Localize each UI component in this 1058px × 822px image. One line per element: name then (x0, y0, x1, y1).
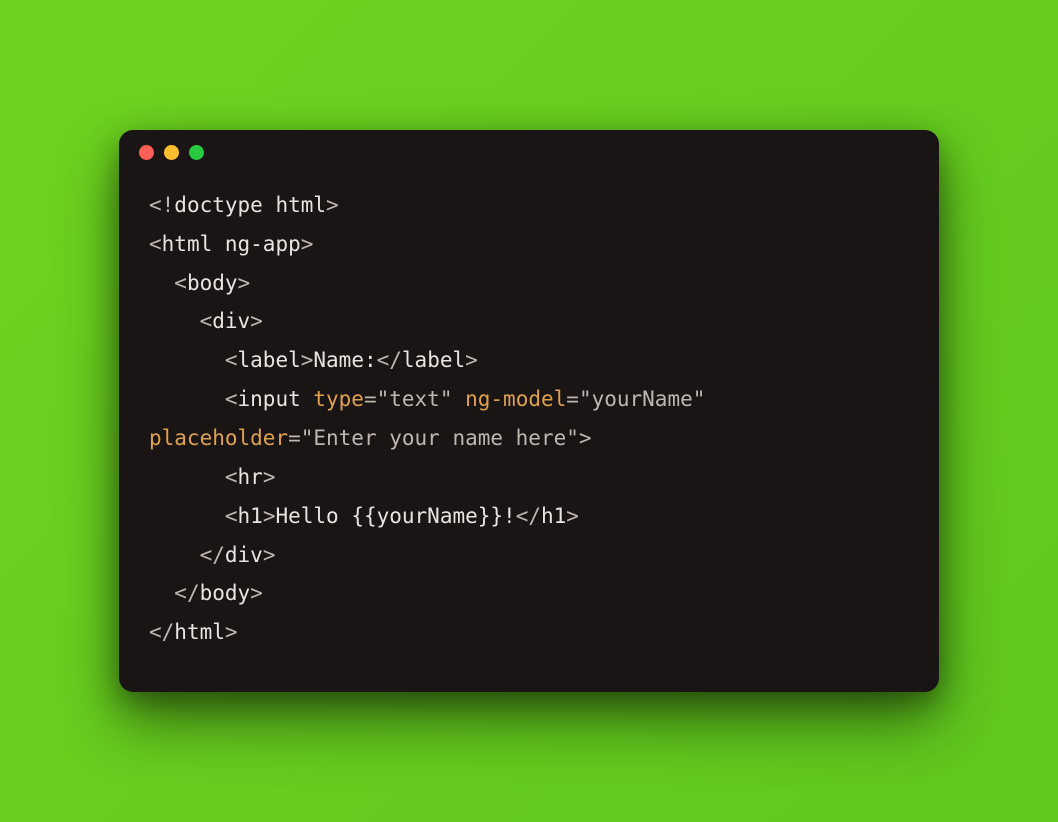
code-token: div (212, 309, 250, 333)
code-token: = (288, 426, 301, 450)
code-token: "text" (377, 387, 453, 411)
code-token: > (263, 504, 276, 528)
code-block: <!doctype html> <html ng-app> <body> <di… (119, 176, 939, 692)
code-token: label (402, 348, 465, 372)
code-token: < (174, 271, 187, 295)
code-token: </ (149, 620, 174, 644)
code-token: > (579, 426, 592, 450)
code-token: html (174, 620, 225, 644)
code-token: label (238, 348, 301, 372)
code-token: > (301, 348, 314, 372)
code-token (705, 387, 718, 411)
code-token: type (313, 387, 364, 411)
code-window: <!doctype html> <html ng-app> <body> <di… (119, 130, 939, 692)
code-token: </ (516, 504, 541, 528)
code-token: </ (200, 543, 225, 567)
code-token: Name: (313, 348, 376, 372)
code-token: > (326, 193, 339, 217)
code-token: > (263, 543, 276, 567)
code-token: body (187, 271, 238, 295)
code-token: > (465, 348, 478, 372)
code-token: < (225, 504, 238, 528)
code-token: > (301, 232, 314, 256)
code-token: < (225, 465, 238, 489)
code-token: < (200, 309, 213, 333)
traffic-light-close-icon[interactable] (139, 145, 154, 160)
code-token: > (263, 465, 276, 489)
code-token: </ (174, 581, 199, 605)
code-token: placeholder (149, 426, 288, 450)
code-token: <! (149, 193, 174, 217)
code-token: < (225, 387, 238, 411)
code-token: ng-model (465, 387, 566, 411)
code-token (452, 387, 465, 411)
code-token: > (250, 581, 263, 605)
code-token: doctype html (174, 193, 326, 217)
code-token: "Enter your name here" (301, 426, 579, 450)
code-token: </ (377, 348, 402, 372)
code-token: > (566, 504, 579, 528)
code-token: "yourName" (579, 387, 705, 411)
code-token: = (566, 387, 579, 411)
code-token: < (149, 232, 162, 256)
code-token: h1 (541, 504, 566, 528)
window-titlebar (119, 130, 939, 176)
code-token: hr (238, 465, 263, 489)
code-token: html ng-app (162, 232, 301, 256)
code-token: h1 (238, 504, 263, 528)
traffic-light-minimize-icon[interactable] (164, 145, 179, 160)
code-token: Hello {{yourName}}! (275, 504, 515, 528)
code-token: > (238, 271, 251, 295)
code-token: body (200, 581, 251, 605)
traffic-light-zoom-icon[interactable] (189, 145, 204, 160)
code-token: > (225, 620, 238, 644)
code-token: > (250, 309, 263, 333)
code-token: < (225, 348, 238, 372)
code-token: = (364, 387, 377, 411)
code-token: input (238, 387, 314, 411)
code-token: div (225, 543, 263, 567)
